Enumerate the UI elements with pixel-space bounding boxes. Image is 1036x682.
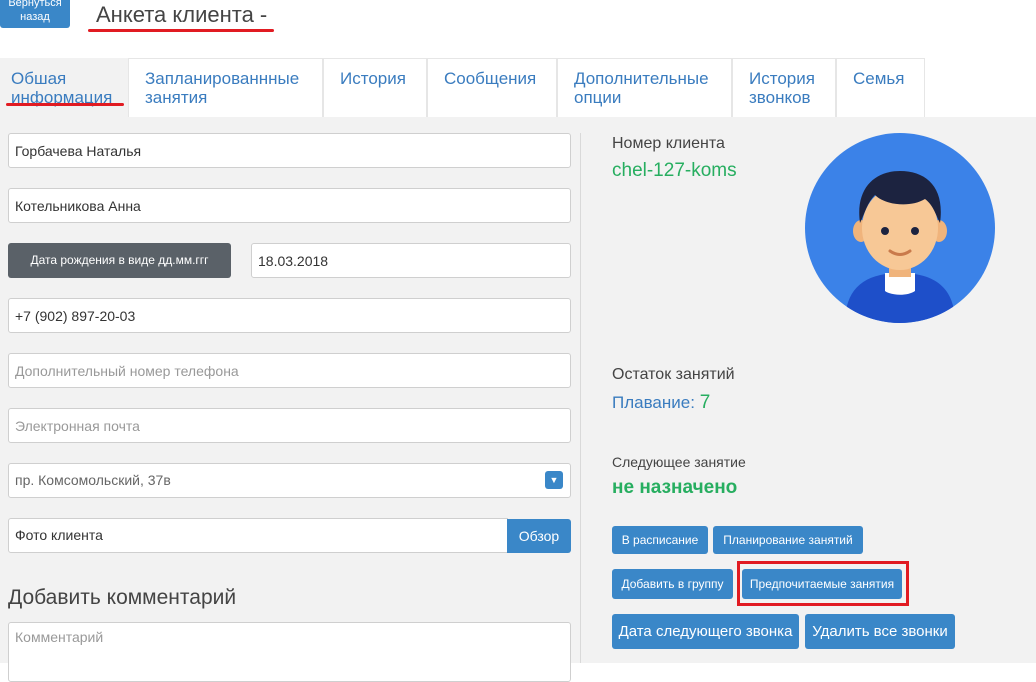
tab-family[interactable]: Семья	[836, 58, 925, 118]
comment-heading: Добавить комментарий	[8, 586, 237, 609]
browse-button[interactable]: Обзор	[507, 519, 571, 553]
remaining-line: Плавание: 7	[612, 392, 710, 414]
dob-field[interactable]	[251, 243, 571, 278]
tab-label: Дополнительные опции	[574, 69, 709, 107]
back-button[interactable]: Вернуться назад	[0, 0, 70, 28]
tab-bar: Обшая информация Запланированнные заняти…	[0, 58, 925, 118]
parent-name-field[interactable]	[8, 188, 571, 223]
tab-call-history[interactable]: История звонков	[732, 58, 836, 118]
next-call-date-button[interactable]: Дата следующего звонка	[612, 614, 799, 649]
highlight-frame	[737, 561, 909, 606]
column-divider	[580, 133, 581, 663]
address-select[interactable]: пр. Комсомольский, 37в	[8, 463, 571, 498]
tab-general-info[interactable]: Обшая информация	[0, 58, 128, 118]
client-number-value: chel-127-koms	[612, 160, 737, 181]
tab-label: Обшая информация	[11, 69, 113, 107]
remaining-label: Остаток занятий	[612, 366, 735, 383]
tab-scheduled-classes[interactable]: Запланированнные занятия	[128, 58, 323, 118]
client-number-label: Номер клиента	[612, 135, 725, 152]
next-class-label: Следующее занятие	[612, 454, 746, 470]
tab-history[interactable]: История	[323, 58, 427, 118]
tab-label: Запланированнные занятия	[145, 69, 300, 107]
active-tab-underline	[6, 103, 124, 106]
tab-label: История звонков	[749, 69, 815, 107]
planning-button[interactable]: Планирование занятий	[713, 526, 863, 554]
user-avatar-icon	[805, 133, 995, 323]
tab-messages[interactable]: Сообщения	[427, 58, 557, 118]
tab-extra-options[interactable]: Дополнительные опции	[557, 58, 732, 118]
photo-field-label: Фото клиента	[15, 527, 103, 543]
tab-label: История	[340, 69, 406, 88]
delete-all-calls-button[interactable]: Удалить все звонки	[805, 614, 955, 649]
remaining-count: 7	[699, 392, 711, 413]
next-class-value: не назначено	[612, 477, 738, 498]
remaining-activity: Плавание:	[612, 393, 695, 412]
avatar	[805, 133, 995, 323]
comment-field[interactable]	[8, 622, 571, 682]
tab-label: Сообщения	[444, 69, 537, 88]
extra-phone-field[interactable]	[8, 353, 571, 388]
dob-label: Дата рождения в виде дд.мм.ггг	[8, 243, 231, 278]
address-value: пр. Комсомольский, 37в	[15, 472, 171, 488]
photo-file-field[interactable]: Фото клиента	[8, 518, 508, 553]
email-field[interactable]	[8, 408, 571, 443]
page-title: Анкета клиента -	[96, 2, 268, 27]
schedule-button[interactable]: В расписание	[612, 526, 708, 554]
tab-label: Семья	[853, 69, 905, 88]
full-name-field[interactable]	[8, 133, 571, 168]
chevron-down-icon[interactable]: ▼	[545, 471, 563, 489]
add-to-group-button[interactable]: Добавить в группу	[612, 569, 733, 599]
phone-field[interactable]	[8, 298, 571, 333]
title-underline	[88, 29, 274, 32]
